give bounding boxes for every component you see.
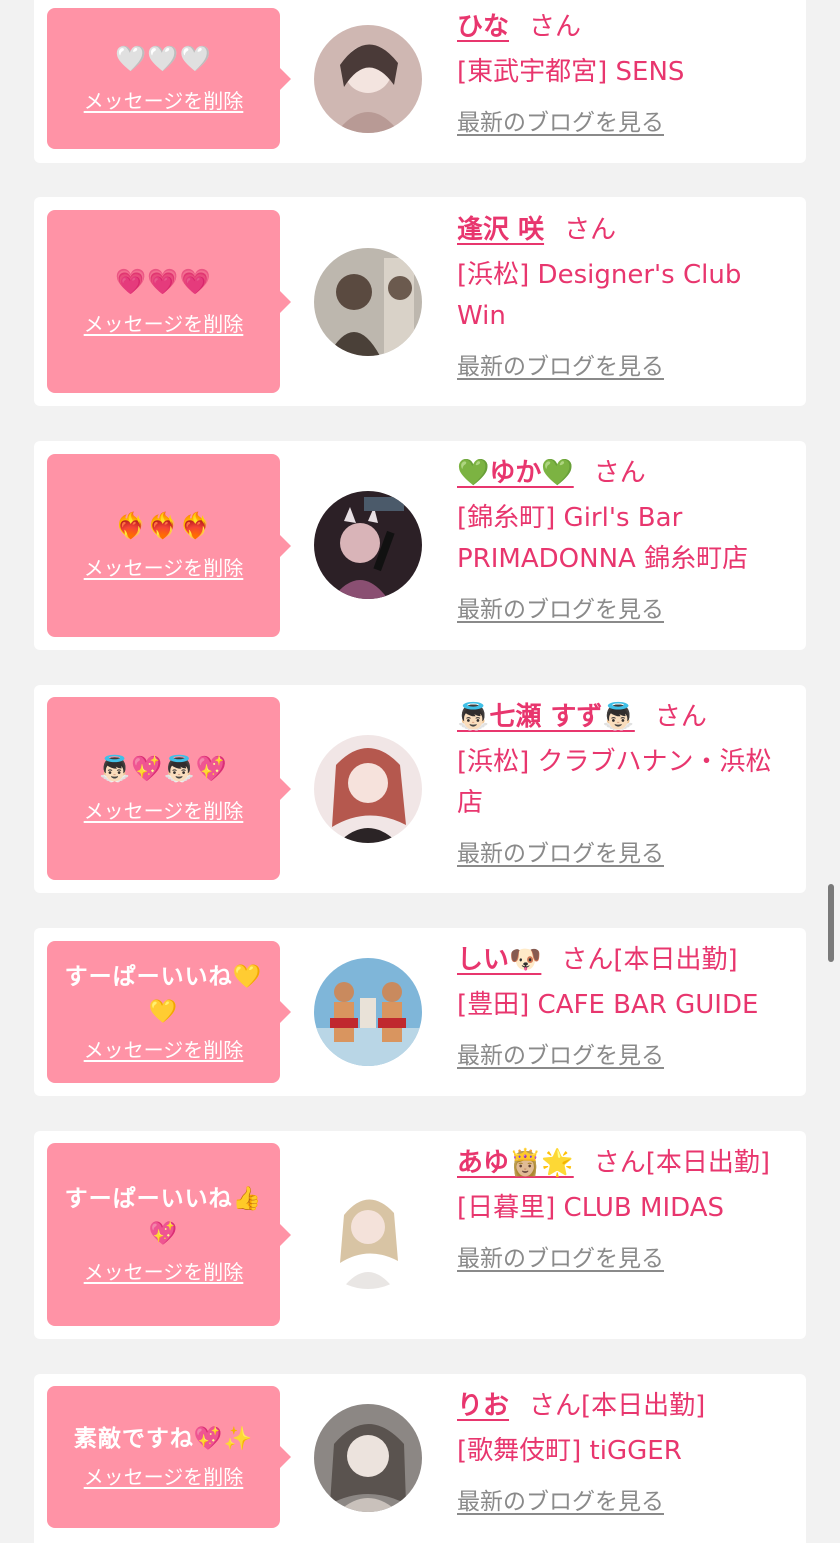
name-line: 👼🏻七瀬 すず👼🏻 さん — [457, 697, 792, 737]
latest-blog-link[interactable]: 最新のブログを見る — [457, 1482, 664, 1516]
delete-message-link[interactable]: メッセージを削除 — [84, 1256, 244, 1285]
cast-name-link[interactable]: 逢沢 咲 — [457, 215, 544, 245]
cast-info: りお さん[本日出勤] [歌舞伎町] tiGGER 最新のブログを見る — [457, 1386, 792, 1516]
avatar-image — [314, 491, 422, 599]
delete-message-link[interactable]: メッセージを削除 — [84, 552, 244, 581]
like-card: すーぱーいいね💛💛 メッセージを削除 しい🐶 さん[本日出勤] [豊田] CAFE… — [34, 928, 806, 1096]
avatar[interactable] — [314, 25, 422, 133]
honorific: さん[本日出勤] — [593, 1148, 771, 1178]
honorific: さん — [564, 215, 617, 245]
shop-name: [日暮里] CLUB MIDAS — [457, 1193, 724, 1223]
message-bubble: 素敵ですね💖✨ メッセージを削除 — [47, 1386, 291, 1528]
shop-name: [豊田] CAFE BAR GUIDE — [457, 990, 759, 1020]
shop-name: [浜松] クラブハナン・浜松店 — [457, 747, 772, 818]
message-bubble: 👼🏻💖👼🏻💖 メッセージを削除 — [47, 697, 291, 880]
cast-info: ひな さん [東武宇都宮] SENS 最新のブログを見る — [457, 7, 792, 137]
name-line: 逢沢 咲さん — [457, 210, 792, 250]
cast-info: 逢沢 咲さん [浜松] Designer's Club Win 最新のブログを見… — [457, 210, 792, 381]
name-line: ひな さん — [457, 7, 792, 47]
cast-name-link[interactable]: あゆ👸🏼🌟 — [457, 1148, 574, 1178]
name-line: しい🐶 さん[本日出勤] — [457, 940, 792, 980]
message-bubble: 💗💗💗 メッセージを削除 — [47, 210, 291, 393]
message-bubble: すーぱーいいね💛💛 メッセージを削除 — [47, 941, 291, 1083]
like-card: 素敵ですね💖✨ メッセージを削除 りお さん[本日出勤] [歌舞伎町] tiGGE… — [34, 1374, 806, 1543]
avatar[interactable] — [314, 491, 422, 599]
latest-blog-link[interactable]: 最新のブログを見る — [457, 347, 664, 381]
cast-name-link[interactable]: 👼🏻七瀬 すず👼🏻 — [457, 702, 635, 732]
latest-blog-link[interactable]: 最新のブログを見る — [457, 834, 664, 868]
like-card: 🤍🤍🤍 メッセージを削除 ひな さん [東武宇都宮] SENS 最新のブログを見る — [34, 0, 806, 163]
cast-name-link[interactable]: りお — [457, 1391, 509, 1421]
avatar[interactable] — [314, 958, 422, 1066]
like-card: 💗💗💗 メッセージを削除 逢沢 咲さん [浜松] Designer's Club… — [34, 197, 806, 406]
avatar[interactable] — [314, 248, 422, 356]
latest-blog-link[interactable]: 最新のブログを見る — [457, 1239, 664, 1273]
cast-name-link[interactable]: しい🐶 — [457, 945, 541, 975]
name-line: りお さん[本日出勤] — [457, 1386, 792, 1426]
delete-message-link[interactable]: メッセージを削除 — [84, 1461, 244, 1490]
cast-name-link[interactable]: ひな — [457, 12, 509, 42]
message-bubble: すーぱーいいね👍💖 メッセージを削除 — [47, 1143, 291, 1326]
honorific: さん — [593, 458, 646, 488]
shop-name: [浜松] Designer's Club Win — [457, 260, 742, 331]
message-bubble: 🤍🤍🤍 メッセージを削除 — [47, 8, 291, 149]
avatar[interactable] — [314, 735, 422, 843]
message-stamp: 素敵ですね💖✨ — [73, 1426, 254, 1452]
avatar-image — [314, 958, 422, 1066]
message-stamp: ❤️‍🔥❤️‍🔥❤️‍🔥 — [115, 511, 212, 540]
cast-name-link[interactable]: 💚ゆか💚 — [457, 458, 574, 488]
shop-name: [東武宇都宮] SENS — [457, 57, 685, 87]
avatar-image — [314, 248, 422, 356]
cast-info: 💚ゆか💚 さん [錦糸町] Girl's Bar PRIMADONNA 錦糸町店 … — [457, 453, 792, 624]
message-stamp: 🤍🤍🤍 — [115, 44, 212, 73]
honorific: さん — [529, 12, 582, 42]
honorific: さん — [654, 702, 707, 732]
like-card: すーぱーいいね👍💖 メッセージを削除 あゆ👸🏼🌟 さん[本日出勤] [日暮里] C… — [34, 1131, 806, 1339]
avatar[interactable] — [314, 1181, 422, 1289]
avatar[interactable] — [314, 1404, 422, 1512]
message-stamp: すーぱーいいね💛💛 — [64, 963, 263, 1025]
message-stamp: 💗💗💗 — [115, 267, 212, 296]
delete-message-link[interactable]: メッセージを削除 — [84, 85, 244, 114]
delete-message-link[interactable]: メッセージを削除 — [84, 308, 244, 337]
shop-name: [歌舞伎町] tiGGER — [457, 1436, 682, 1466]
message-stamp: すーぱーいいね👍💖 — [64, 1186, 263, 1247]
like-card: 👼🏻💖👼🏻💖 メッセージを削除 👼🏻七瀬 すず👼🏻 さん [浜松] クラブハナン・… — [34, 685, 806, 893]
delete-message-link[interactable]: メッセージを削除 — [84, 795, 244, 824]
cast-info: あゆ👸🏼🌟 さん[本日出勤] [日暮里] CLUB MIDAS 最新のブログを見る — [457, 1143, 792, 1273]
avatar-image — [314, 25, 422, 133]
name-line: あゆ👸🏼🌟 さん[本日出勤] — [457, 1143, 792, 1183]
like-card: ❤️‍🔥❤️‍🔥❤️‍🔥 メッセージを削除 💚ゆか💚 さん [錦糸町] Girl'… — [34, 441, 806, 650]
avatar-image — [314, 1181, 422, 1289]
scrollbar[interactable] — [828, 884, 834, 962]
latest-blog-link[interactable]: 最新のブログを見る — [457, 1036, 664, 1070]
cast-info: しい🐶 さん[本日出勤] [豊田] CAFE BAR GUIDE 最新のブログを見… — [457, 940, 792, 1070]
delete-message-link[interactable]: メッセージを削除 — [84, 1034, 244, 1063]
name-line: 💚ゆか💚 さん — [457, 453, 792, 493]
avatar-image — [314, 735, 422, 843]
latest-blog-link[interactable]: 最新のブログを見る — [457, 103, 664, 137]
shop-name: [錦糸町] Girl's Bar PRIMADONNA 錦糸町店 — [457, 503, 749, 574]
message-stamp: 👼🏻💖👼🏻💖 — [99, 754, 228, 783]
avatar-image — [314, 1404, 422, 1512]
latest-blog-link[interactable]: 最新のブログを見る — [457, 590, 664, 624]
honorific: さん[本日出勤] — [529, 1391, 706, 1421]
message-bubble: ❤️‍🔥❤️‍🔥❤️‍🔥 メッセージを削除 — [47, 454, 291, 637]
honorific: さん[本日出勤] — [561, 945, 738, 975]
cast-info: 👼🏻七瀬 すず👼🏻 さん [浜松] クラブハナン・浜松店 最新のブログを見る — [457, 697, 792, 868]
